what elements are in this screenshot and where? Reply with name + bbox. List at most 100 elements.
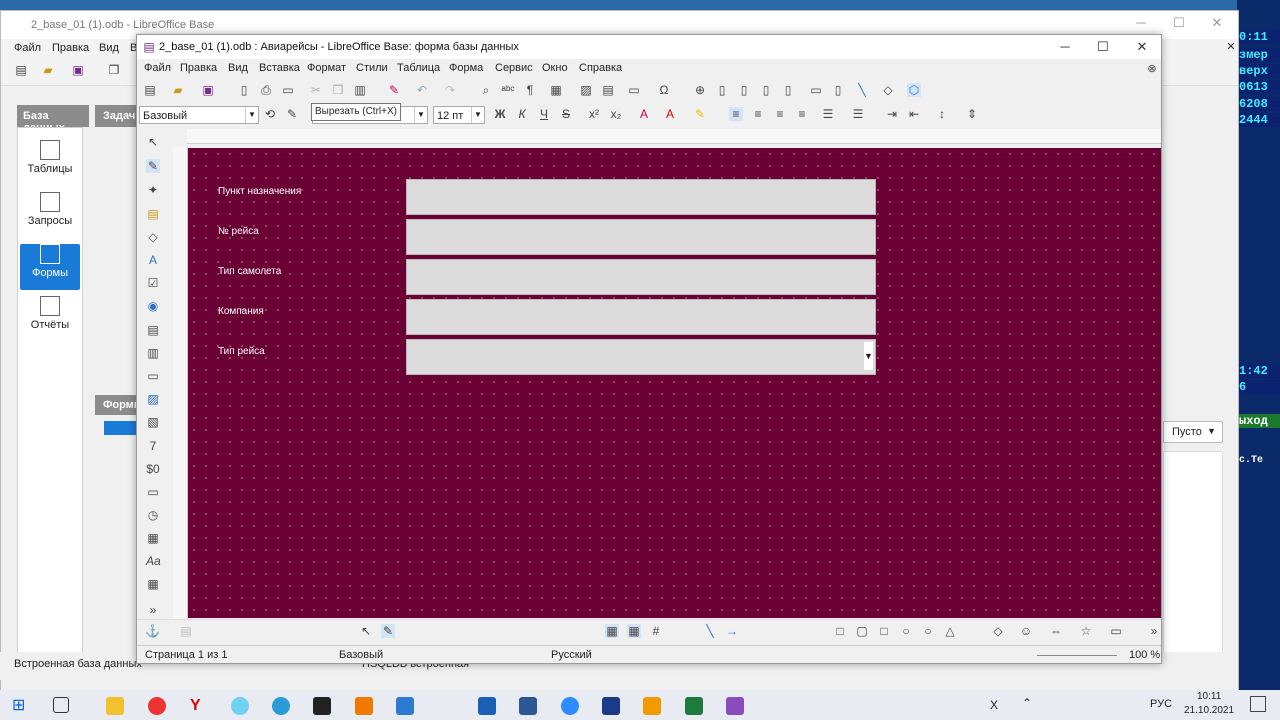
libreoffice-base-icon[interactable] [726, 697, 744, 715]
square-icon[interactable]: □ [877, 624, 891, 638]
design-mode-icon[interactable]: ✎ [381, 624, 395, 638]
comment-icon[interactable]: ▯ [781, 83, 795, 97]
terminal-icon[interactable] [313, 697, 331, 715]
bookmark-icon[interactable]: ▯ [737, 83, 751, 97]
bold-button[interactable]: Ж [493, 107, 507, 121]
close-button[interactable]: ✕ [1209, 15, 1225, 31]
save-icon[interactable]: ▣ [71, 63, 85, 77]
track-changes-icon[interactable]: ▭ [809, 83, 823, 97]
formatted-field-icon[interactable]: ▧ [146, 415, 160, 429]
option-button-icon[interactable]: ◉ [146, 299, 160, 313]
new-document-icon[interactable]: ▤ [14, 63, 28, 77]
callout-icon[interactable]: ▭ [1109, 624, 1123, 638]
ellipse-icon[interactable]: ○ [899, 624, 913, 638]
hyperlink-icon[interactable]: ⊕ [693, 83, 707, 97]
push-button-icon[interactable]: ▭ [146, 369, 160, 383]
save-icon[interactable]: ▣ [201, 83, 215, 97]
arrow-icon[interactable]: → [725, 624, 739, 638]
chevron-down-icon[interactable]: ▼ [864, 342, 873, 370]
formatting-marks-icon[interactable]: ¶ [523, 83, 537, 97]
minimize-button[interactable]: ─ [1057, 39, 1073, 55]
chevron-up-icon[interactable]: ⌃ [1022, 696, 1032, 710]
close-button[interactable]: ✕ [1134, 39, 1150, 55]
more-controls-icon[interactable]: » [146, 603, 160, 617]
copy-icon[interactable]: ❐ [331, 83, 345, 97]
paragraph-spacing-icon[interactable]: ⇕ [965, 107, 979, 121]
find-replace-icon[interactable]: ⌕ [479, 83, 493, 97]
tray-time[interactable]: 10:11 [1197, 691, 1221, 702]
diamond-icon[interactable]: ◇ [991, 624, 1005, 638]
app-icon[interactable] [355, 697, 373, 715]
menu-edit[interactable]: Правка [180, 62, 217, 74]
open-icon[interactable]: ▰ [171, 83, 185, 97]
align-right-icon[interactable]: ≡ [773, 107, 787, 121]
close-document-icon[interactable]: ✕ [1223, 39, 1239, 55]
increase-indent-icon[interactable]: ⇥ [885, 107, 899, 121]
grid-icon[interactable]: ▦ [605, 624, 619, 638]
menu-edit[interactable]: Правка [52, 42, 89, 54]
rounded-rectangle-icon[interactable]: ▢ [855, 624, 869, 638]
menu-file[interactable]: Файл [144, 62, 171, 74]
export-pdf-icon[interactable]: ▯ [237, 83, 251, 97]
pattern-field-icon[interactable]: ▭ [146, 485, 160, 499]
insert-table-icon[interactable]: ▦ [549, 83, 563, 97]
menu-format[interactable]: Формат [307, 62, 346, 74]
tray-x[interactable]: X [990, 698, 998, 712]
clone-formatting-icon[interactable]: ✎ [387, 83, 401, 97]
align-objects-icon[interactable]: ▤ [179, 624, 193, 638]
close-document-icon[interactable]: ⊗ [1145, 62, 1159, 76]
field-flight-number-input[interactable] [406, 219, 876, 255]
app-icon[interactable] [643, 697, 661, 715]
italic-button[interactable]: К [515, 107, 529, 121]
menu-window[interactable]: Окно [542, 62, 568, 74]
underline-button[interactable]: Ч [537, 107, 551, 121]
open-icon[interactable]: ▰ [41, 63, 55, 77]
subscript-icon[interactable]: x₂ [609, 107, 623, 121]
menu-table[interactable]: Таблица [397, 62, 440, 74]
new-style-icon[interactable]: ✎ [285, 107, 299, 121]
chrome-icon[interactable] [148, 697, 166, 715]
block-arrow-icon[interactable]: ⇔ [1049, 624, 1063, 638]
basic-shapes-icon[interactable]: ◇ [881, 83, 895, 97]
line-icon[interactable]: ╲ [703, 624, 717, 638]
font-size-combo[interactable]: 12 пт ▼ [433, 106, 485, 124]
keyboard-language[interactable]: РУС [1150, 698, 1172, 710]
calculator-icon[interactable] [396, 697, 414, 715]
field-flight-type-listbox[interactable]: ▼ [406, 339, 876, 375]
select-icon[interactable]: ↖ [359, 624, 373, 638]
image-button-icon[interactable]: ▨ [146, 392, 160, 406]
font-color-icon[interactable]: A [663, 107, 677, 121]
zoom-slider[interactable] [1037, 655, 1117, 656]
insert-chart-icon[interactable]: ▤ [601, 83, 615, 97]
tray-date[interactable]: 21.10.2021 [1184, 705, 1234, 716]
triangle-icon[interactable]: △ [943, 624, 957, 638]
update-style-icon[interactable]: ⟲ [263, 107, 277, 121]
redo-icon[interactable]: ↷ [443, 83, 457, 97]
forms-list-selected-item[interactable] [104, 421, 138, 435]
cut-icon[interactable]: ✂ [309, 83, 323, 97]
justify-icon[interactable]: ≡ [795, 107, 809, 121]
status-zoom[interactable]: 100 % [1129, 649, 1160, 661]
font-icon[interactable]: Aa [146, 554, 161, 568]
draw-functions-icon[interactable]: ⬡ [907, 83, 921, 97]
label-icon[interactable]: ◇ [146, 230, 160, 244]
menu-help[interactable]: Справка [579, 62, 622, 74]
windows-start-icon[interactable]: ⊞ [12, 697, 30, 715]
circle-icon[interactable]: ○ [921, 624, 935, 638]
header-footer-icon[interactable]: ▯ [831, 83, 845, 97]
star-icon[interactable]: ☆ [1079, 624, 1093, 638]
smiley-icon[interactable]: ☺ [1019, 624, 1033, 638]
select-icon[interactable]: ↖ [146, 135, 160, 149]
line-icon[interactable]: ╲ [855, 83, 869, 97]
menu-view[interactable]: Вид [228, 62, 248, 74]
superscript-icon[interactable]: x² [587, 107, 601, 121]
notifications-icon[interactable] [1250, 696, 1266, 712]
new-document-icon[interactable]: ▤ [143, 83, 157, 97]
insert-field-icon[interactable]: ▭ [627, 83, 641, 97]
decrease-indent-icon[interactable]: ⇤ [907, 107, 921, 121]
copy-icon[interactable]: ❐ [107, 63, 121, 77]
time-field-icon[interactable]: ◷ [146, 508, 160, 522]
file-explorer-icon[interactable] [106, 697, 124, 715]
highlight-icon[interactable]: ✎ [693, 107, 707, 121]
form-canvas[interactable]: Пункт назначения № рейса Тип самолета Ко… [188, 148, 1161, 618]
